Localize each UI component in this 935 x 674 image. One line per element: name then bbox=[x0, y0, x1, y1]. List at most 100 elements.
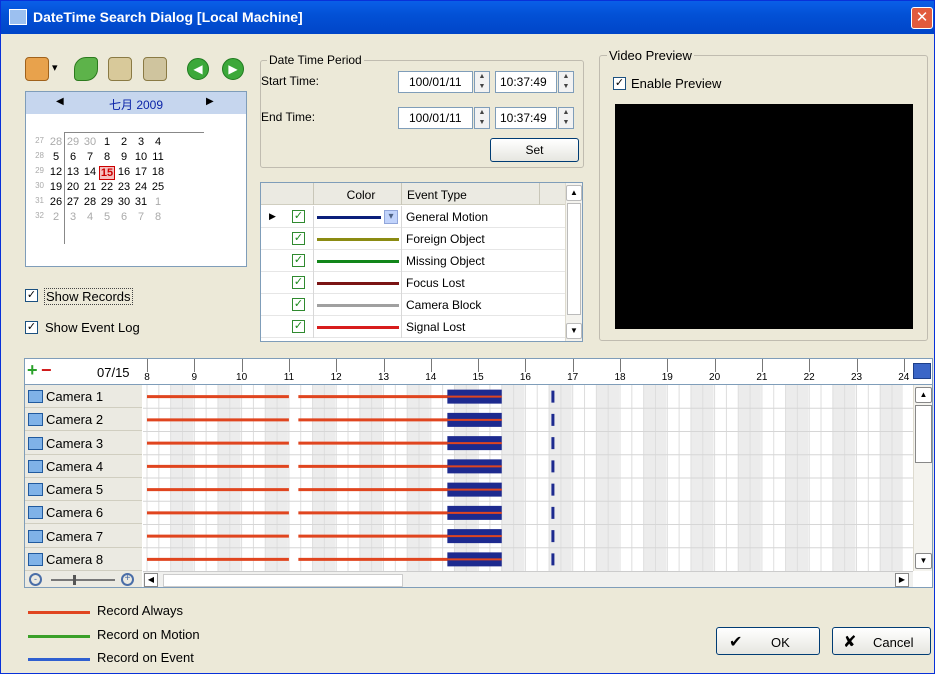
calendar-day[interactable]: 28 bbox=[48, 136, 64, 148]
zoom-slider[interactable] bbox=[51, 579, 115, 581]
camera-row[interactable]: Camera 4 bbox=[25, 455, 142, 478]
calendar-day[interactable]: 16 bbox=[116, 166, 132, 178]
timeline-chart[interactable] bbox=[143, 385, 913, 571]
calendar-day[interactable]: 22 bbox=[99, 181, 115, 193]
spin-up-icon[interactable]: ▲ bbox=[475, 108, 489, 118]
event-enable-checkbox[interactable]: ✓ bbox=[292, 276, 305, 289]
start-date-input[interactable]: 100/01/11 bbox=[398, 71, 473, 93]
end-date-input[interactable]: 100/01/11 bbox=[398, 107, 473, 129]
ok-button[interactable]: ✔ OK bbox=[716, 627, 820, 655]
event-color-swatch[interactable] bbox=[317, 216, 381, 219]
calendar-day[interactable]: 1 bbox=[150, 196, 166, 208]
camera-row[interactable]: Camera 6 bbox=[25, 501, 142, 525]
start-time-spinner[interactable]: ▲ ▼ bbox=[558, 71, 574, 93]
calendar-day[interactable]: 8 bbox=[99, 151, 115, 163]
zoom-out-icon[interactable]: - bbox=[29, 573, 42, 586]
calendar-day[interactable]: 31 bbox=[133, 196, 149, 208]
calendar-day[interactable]: 5 bbox=[99, 211, 115, 223]
enable-preview-label[interactable]: Enable Preview bbox=[631, 76, 721, 91]
start-date-spinner[interactable]: ▲ ▼ bbox=[474, 71, 490, 93]
calendar-day[interactable]: 7 bbox=[82, 151, 98, 163]
calendar-day[interactable]: 1 bbox=[99, 136, 115, 148]
event-color-swatch[interactable] bbox=[317, 260, 399, 263]
grid-icon[interactable] bbox=[913, 363, 931, 379]
camera-row[interactable]: Camera 5 bbox=[25, 478, 142, 501]
event-row[interactable]: ✓ Missing Object bbox=[261, 250, 565, 272]
event-enable-checkbox[interactable]: ✓ bbox=[292, 254, 305, 267]
calendar-day[interactable]: 11 bbox=[150, 151, 166, 163]
event-color-swatch[interactable] bbox=[317, 304, 399, 307]
end-date-spinner[interactable]: ▲ ▼ bbox=[474, 107, 490, 129]
calendar-day[interactable]: 27 bbox=[65, 196, 81, 208]
show-event-log-checkbox[interactable]: ✓ bbox=[25, 321, 38, 334]
timeline-panel[interactable]: + − 07/15 8 9 10 11 12 13 14 15 16 17 18 19 20 21 22 23… bbox=[24, 358, 933, 588]
calendar-day[interactable]: 30 bbox=[116, 196, 132, 208]
calendar-day[interactable]: 2 bbox=[116, 136, 132, 148]
scroll-thumb[interactable] bbox=[567, 203, 581, 315]
event-color-swatch[interactable] bbox=[317, 282, 399, 285]
calendar-day[interactable]: 30 bbox=[82, 136, 98, 148]
spin-up-icon[interactable]: ▲ bbox=[559, 72, 573, 82]
event-type-column-header[interactable]: Event Type bbox=[407, 188, 467, 202]
timeline-grid[interactable] bbox=[143, 385, 913, 571]
scroll-thumb[interactable] bbox=[915, 405, 932, 463]
add-camera-button[interactable]: + bbox=[27, 361, 38, 379]
event-enable-checkbox[interactable]: ✓ bbox=[292, 298, 305, 311]
prev-icon[interactable]: ◀ bbox=[187, 58, 209, 80]
camera-row[interactable]: Camera 1 bbox=[25, 385, 142, 408]
spin-up-icon[interactable]: ▲ bbox=[559, 108, 573, 118]
home-dropdown-icon[interactable]: ▾ bbox=[52, 61, 58, 74]
event-color-swatch[interactable] bbox=[317, 326, 399, 329]
calendar-day[interactable]: 24 bbox=[133, 181, 149, 193]
calendar-day[interactable]: 14 bbox=[82, 166, 98, 178]
event-search-icon[interactable] bbox=[143, 57, 167, 81]
spin-down-icon[interactable]: ▼ bbox=[559, 118, 573, 128]
start-time-input[interactable]: 10:37:49 bbox=[495, 71, 557, 93]
show-records-label[interactable]: Show Records bbox=[44, 288, 133, 305]
next-icon[interactable]: ▶ bbox=[222, 58, 244, 80]
event-row[interactable]: ✓ Foreign Object bbox=[261, 228, 565, 250]
timeline-vscroll[interactable]: ▲ ▼ bbox=[913, 385, 932, 571]
calendar-day[interactable]: 9 bbox=[116, 151, 132, 163]
calendar-day[interactable]: 3 bbox=[65, 211, 81, 223]
event-color-swatch[interactable] bbox=[317, 238, 399, 241]
event-type-table[interactable]: Color Event Type ▶ ✓ ▾ General Motion ✓ Forei… bbox=[260, 182, 583, 342]
calendar-day[interactable]: 13 bbox=[65, 166, 81, 178]
zoom-in-icon[interactable]: + bbox=[121, 573, 134, 586]
calendar-day[interactable]: 4 bbox=[150, 136, 166, 148]
cancel-button[interactable]: ✘ Cancel bbox=[832, 627, 931, 655]
calendar-day[interactable]: 19 bbox=[48, 181, 64, 193]
calendar-day[interactable]: 25 bbox=[150, 181, 166, 193]
calendar-day[interactable]: 12 bbox=[48, 166, 64, 178]
calendar-day[interactable]: 20 bbox=[65, 181, 81, 193]
calendar-day[interactable]: 29 bbox=[65, 136, 81, 148]
calendar-day[interactable]: 17 bbox=[133, 166, 149, 178]
calendar-day[interactable]: 6 bbox=[116, 211, 132, 223]
spin-down-icon[interactable]: ▼ bbox=[559, 82, 573, 92]
scroll-up-icon[interactable]: ▲ bbox=[566, 185, 582, 201]
calendar-day[interactable]: 3 bbox=[133, 136, 149, 148]
scroll-right-icon[interactable]: ▶ bbox=[895, 573, 909, 587]
calendar-day-selected[interactable]: 15 bbox=[99, 166, 115, 180]
remove-camera-button[interactable]: − bbox=[41, 361, 52, 379]
calendar-day[interactable]: 23 bbox=[116, 181, 132, 193]
event-row[interactable]: ✓ Signal Lost bbox=[261, 316, 565, 338]
spin-down-icon[interactable]: ▼ bbox=[475, 82, 489, 92]
end-time-spinner[interactable]: ▲ ▼ bbox=[558, 107, 574, 129]
event-enable-checkbox[interactable]: ✓ bbox=[292, 232, 305, 245]
color-column-header[interactable]: Color bbox=[321, 188, 401, 202]
end-time-input[interactable]: 10:37:49 bbox=[495, 107, 557, 129]
close-button[interactable]: ✕ bbox=[911, 7, 933, 29]
event-row[interactable]: ▶ ✓ ▾ General Motion bbox=[261, 206, 565, 228]
event-row[interactable]: ✓ Camera Block bbox=[261, 294, 565, 316]
enable-preview-checkbox[interactable]: ✓ bbox=[613, 77, 626, 90]
calendar-day[interactable]: 7 bbox=[133, 211, 149, 223]
spin-down-icon[interactable]: ▼ bbox=[475, 118, 489, 128]
set-button[interactable]: Set bbox=[490, 138, 579, 162]
month-calendar[interactable]: ◀ 七月 2009 ▶ 27 28 29 30 1 2 3 4 28 5 6 7 8 9 10 11 29 12 1… bbox=[25, 91, 247, 267]
show-event-log-label[interactable]: Show Event Log bbox=[45, 320, 140, 335]
calendar-day[interactable]: 2 bbox=[48, 211, 64, 223]
calendar-day[interactable]: 28 bbox=[82, 196, 98, 208]
event-table-scrollbar[interactable]: ▲ ▼ bbox=[565, 183, 582, 341]
zoom-slider-thumb[interactable] bbox=[73, 575, 76, 585]
